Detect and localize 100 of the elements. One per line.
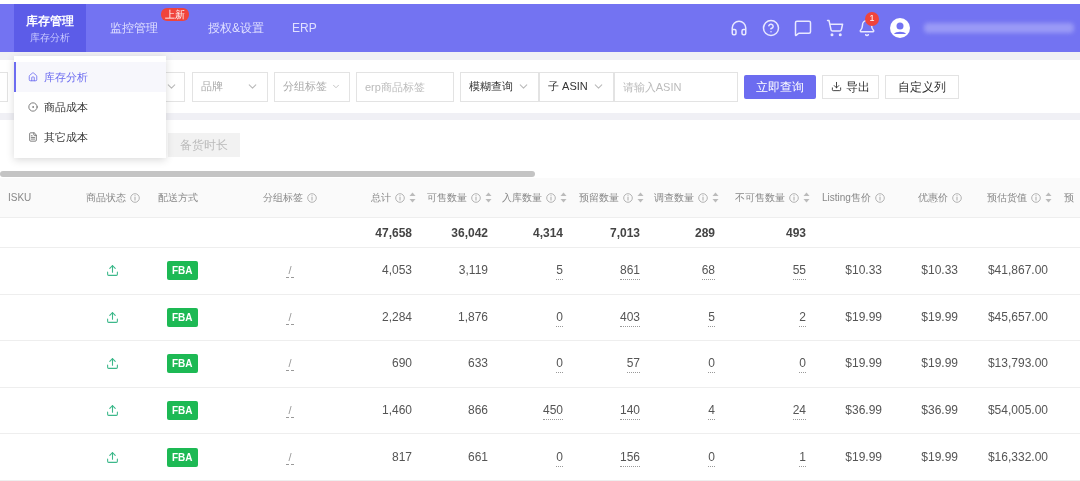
column-header: Listing售价 — [822, 190, 885, 205]
column-header[interactable]: 可售数量 — [427, 190, 492, 205]
total-value: 7,013 — [609, 224, 640, 242]
delivery-tag: FBA — [167, 401, 198, 421]
info-icon — [623, 192, 633, 203]
support-icon[interactable] — [730, 19, 748, 37]
horizontal-scrollbar[interactable] — [0, 171, 535, 177]
column-header[interactable]: 预估货值 — [987, 190, 1052, 205]
total-value: 493 — [785, 224, 806, 242]
table-cell-text: $19.99 — [845, 448, 882, 466]
avatar-icon[interactable] — [890, 18, 910, 38]
column-header: 分组标签 — [263, 190, 317, 205]
column-header: ISKU — [8, 191, 32, 205]
search-button[interactable]: 立即查询 — [743, 74, 816, 99]
export-button[interactable]: 导出 — [821, 74, 879, 99]
table-cell-text: $19.99 — [921, 355, 958, 373]
table-cell[interactable]: 0 — [556, 447, 563, 467]
table-cell-text: 690 — [391, 355, 412, 373]
table-cell[interactable]: 55 — [792, 261, 806, 281]
column-header[interactable]: 入库数量 — [502, 190, 567, 205]
table-cell[interactable]: 24 — [792, 401, 806, 421]
table-cell[interactable]: 4 — [708, 401, 715, 421]
column-header: 商品状态 — [85, 190, 140, 205]
column-header[interactable]: 预留数量 — [579, 190, 644, 205]
table-cell[interactable]: 68 — [701, 261, 715, 281]
sort-icon[interactable] — [712, 192, 719, 203]
table-cell[interactable]: 450 — [542, 401, 563, 421]
nav-tab[interactable]: 库存管理 库存分析 — [14, 4, 86, 52]
info-icon — [698, 192, 708, 203]
info-icon — [395, 192, 405, 203]
table-cell-text: 633 — [467, 355, 488, 373]
table-cell-text: $10.33 — [845, 262, 882, 280]
table-cell[interactable]: 156 — [619, 447, 640, 467]
table-cell[interactable]: 5 — [556, 261, 563, 281]
table-cell[interactable]: 0 — [556, 354, 563, 374]
sort-icon[interactable] — [485, 192, 492, 203]
table-cell[interactable]: 57 — [626, 354, 640, 374]
table-cell-text: $13,793.00 — [987, 355, 1048, 373]
table-cell[interactable]: 1 — [799, 447, 806, 467]
table-cell[interactable]: 140 — [619, 401, 640, 421]
upload-icon[interactable] — [106, 357, 119, 371]
table-cell-text: 4,053 — [381, 262, 412, 280]
select-field[interactable] — [0, 71, 8, 102]
upload-icon[interactable] — [106, 264, 119, 278]
document-icon — [28, 132, 38, 142]
table-cell-text: 866 — [467, 402, 488, 420]
menu-item[interactable]: 库存分析 — [14, 62, 166, 92]
column-header[interactable]: 总计 — [371, 190, 416, 205]
table-cell-text: $16,332.00 — [987, 448, 1048, 466]
sort-icon[interactable] — [637, 192, 644, 203]
table-cell[interactable]: 861 — [619, 261, 640, 281]
table-cell[interactable]: 0 — [708, 354, 715, 374]
table-cell-text: 1,876 — [457, 308, 488, 326]
info-icon — [129, 192, 140, 203]
column-header: 优惠价 — [918, 190, 962, 205]
table-cell-text: $19.99 — [845, 355, 882, 373]
table-cell[interactable]: 5 — [708, 307, 715, 327]
upload-icon[interactable] — [106, 310, 119, 324]
input-field[interactable]: erp商品标签 — [356, 71, 454, 102]
select-field[interactable]: 模糊查询 — [460, 71, 539, 102]
table-cell[interactable]: 0 — [799, 354, 806, 374]
info-icon — [546, 192, 556, 203]
custom-columns-button[interactable]: 自定义列 — [884, 74, 959, 99]
table-cell-text: 1,460 — [381, 402, 412, 420]
sort-icon[interactable] — [1045, 192, 1052, 203]
delivery-tag: FBA — [167, 261, 198, 281]
upload-icon[interactable] — [106, 450, 119, 464]
table-cell-text: $19.99 — [845, 308, 882, 326]
info-icon — [789, 192, 799, 203]
column-header[interactable]: 调查数量 — [654, 190, 719, 205]
select-field[interactable]: 子 ASIN — [539, 71, 614, 102]
column-header[interactable]: 不可售数量 — [735, 190, 810, 205]
sort-icon[interactable] — [560, 192, 567, 203]
table-cell[interactable]: 2 — [799, 307, 806, 327]
upload-icon[interactable] — [106, 404, 119, 418]
input-field[interactable]: 请输入ASIN — [613, 71, 738, 102]
message-icon[interactable] — [794, 19, 812, 37]
table-cell-text: $54,005.00 — [987, 402, 1048, 420]
table-cell-text: $19.99 — [921, 308, 958, 326]
cart-icon[interactable] — [826, 19, 844, 37]
menu-item[interactable]: 其它成本 — [14, 122, 166, 152]
table-cell-text: $19.99 — [921, 448, 958, 466]
info-icon — [1031, 192, 1041, 203]
download-icon — [830, 81, 842, 92]
table-cell[interactable]: 403 — [619, 307, 640, 327]
table-cell-text: $41,867.00 — [987, 262, 1048, 280]
bell-icon[interactable] — [858, 19, 876, 37]
sort-icon[interactable] — [409, 192, 416, 203]
table-cell[interactable]: 0 — [708, 447, 715, 467]
info-icon — [307, 192, 317, 203]
info-icon — [471, 192, 481, 203]
info-icon — [874, 192, 885, 203]
table-cell[interactable]: 0 — [556, 307, 563, 327]
delivery-tag: FBA — [167, 354, 198, 374]
radio-icon — [28, 102, 38, 112]
total-value: 289 — [694, 224, 715, 242]
notification-badge: 1 — [865, 12, 879, 26]
menu-item[interactable]: 商品成本 — [14, 92, 166, 122]
sort-icon[interactable] — [803, 192, 810, 203]
help-icon[interactable] — [762, 19, 780, 37]
